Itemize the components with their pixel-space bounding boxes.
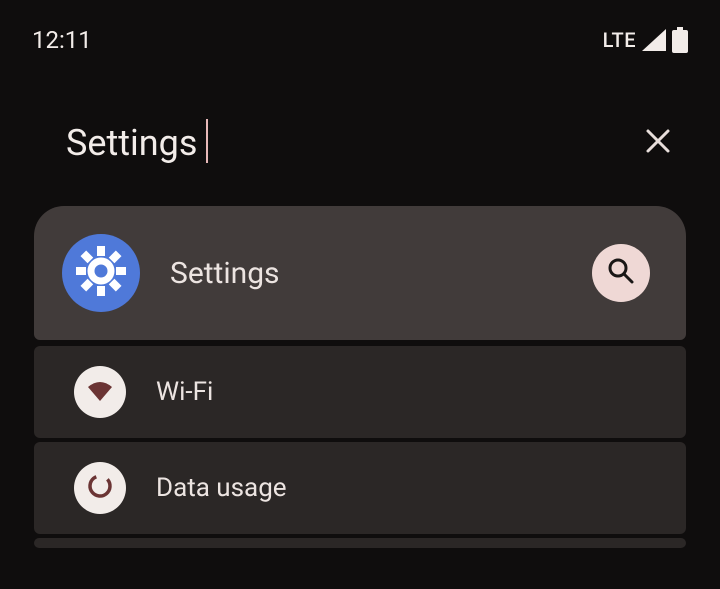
wifi-icon-container [74,366,126,418]
data-usage-icon [85,471,115,505]
search-icon [606,256,636,290]
status-indicators: LTE [603,27,688,53]
result-app-label: Settings [170,256,562,291]
search-input-wrap[interactable] [66,122,638,164]
settings-app-icon [62,234,140,312]
search-bar [0,122,720,164]
gear-icon [74,244,128,302]
battery-icon [672,27,688,53]
signal-icon [642,29,666,51]
result-item-wifi[interactable]: Wi-Fi [34,346,686,438]
search-input[interactable] [66,122,638,164]
result-item-label: Wi-Fi [156,377,213,407]
search-shortcut-button[interactable] [592,244,650,302]
wifi-icon [85,375,115,409]
result-item-label: Data usage [156,473,287,503]
result-app-settings[interactable]: Settings [34,206,686,340]
data-usage-icon-container [74,462,126,514]
network-label: LTE [603,28,636,52]
result-item-peek[interactable] [34,538,686,548]
clear-search-button[interactable] [638,123,678,163]
text-cursor [206,119,208,163]
close-icon [645,128,671,158]
result-item-data-usage[interactable]: Data usage [34,442,686,534]
search-results: Settings Wi-Fi Data usage [0,206,720,548]
status-bar: 12:11 LTE [0,0,720,60]
status-time: 12:11 [32,26,92,54]
